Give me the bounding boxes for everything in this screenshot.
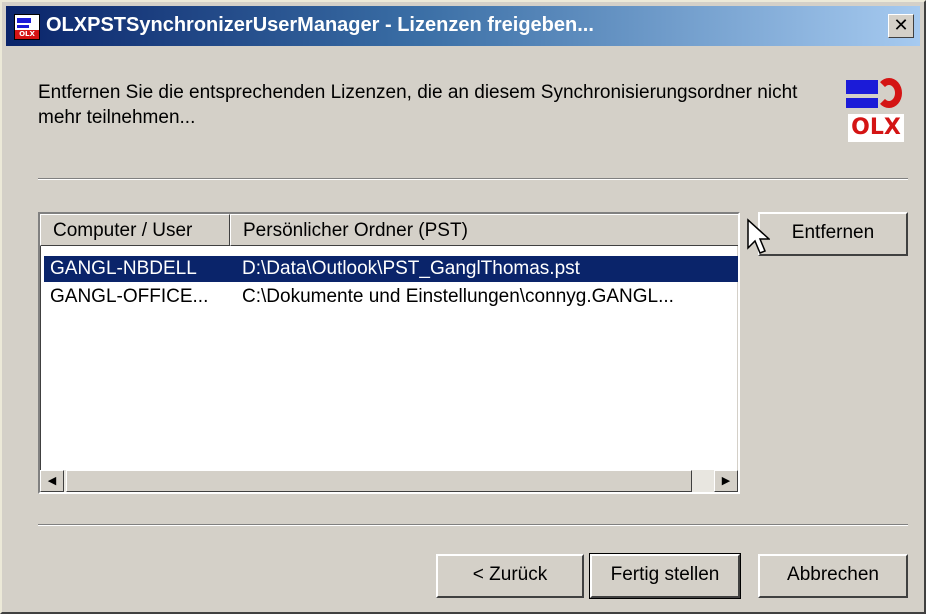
close-button[interactable]: ✕: [888, 14, 914, 38]
title-bar: OLX OLXPSTSynchronizerUserManager - Lize…: [6, 6, 920, 46]
mouse-cursor-icon: [747, 218, 770, 254]
list-item[interactable]: GANGL-NBDELL D:\Data\Outlook\PST_GanglTh…: [44, 256, 738, 282]
scrollbar-thumb[interactable]: [66, 470, 692, 492]
close-icon: ✕: [893, 15, 909, 35]
horizontal-scrollbar[interactable]: ◀ ▶: [40, 470, 738, 492]
separator-bottom: [38, 524, 908, 526]
olx-logo: OLX: [846, 74, 906, 144]
arrow-right-icon[interactable]: ▶: [714, 470, 738, 492]
column-header-pst[interactable]: Persönlicher Ordner (PST): [230, 214, 738, 246]
finish-button[interactable]: Fertig stellen: [589, 553, 741, 599]
license-list[interactable]: Computer / User Persönlicher Ordner (PST…: [38, 212, 740, 494]
olx-app-icon: OLX: [14, 14, 40, 40]
wrench-icon: [876, 78, 902, 108]
instructions-text: Entfernen Sie die entsprechenden Lizenze…: [38, 82, 798, 128]
window-title: OLXPSTSynchronizerUserManager - Lizenzen…: [46, 14, 594, 36]
list-header: Computer / User Persönlicher Ordner (PST…: [40, 214, 738, 246]
cancel-button[interactable]: Abbrechen: [758, 554, 908, 598]
back-button[interactable]: < Zurück: [436, 554, 584, 598]
arrow-left-icon[interactable]: ◀: [40, 470, 64, 492]
list-item[interactable]: GANGL-OFFICE... C:\Dokumente und Einstel…: [44, 284, 738, 310]
column-header-computer[interactable]: Computer / User: [40, 214, 230, 246]
remove-button[interactable]: Entfernen: [758, 212, 908, 256]
dialog-window: OLX OLXPSTSynchronizerUserManager - Lize…: [0, 0, 926, 614]
separator-top: [38, 178, 908, 180]
